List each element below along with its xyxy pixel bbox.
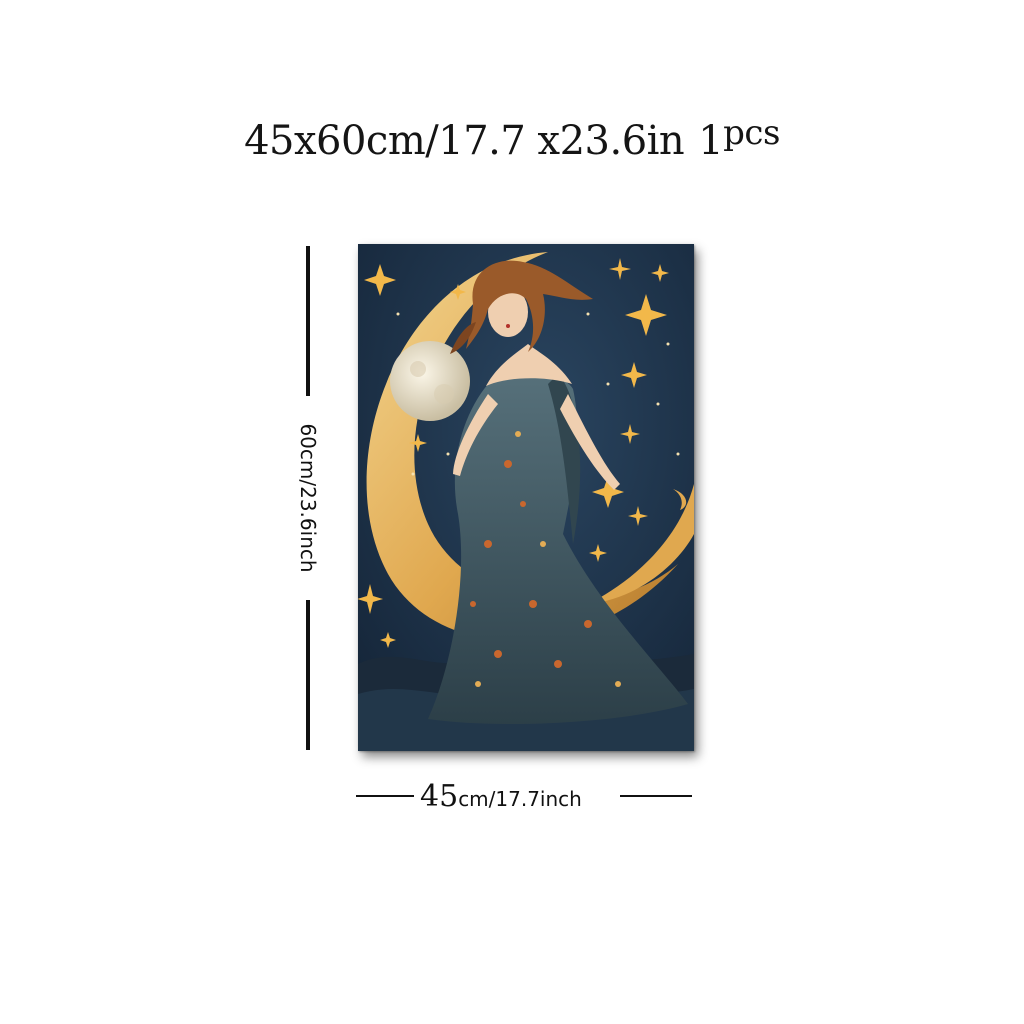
width-unit-text: cm/17.7inch <box>458 787 582 811</box>
title-size: 45x60cm/17.7 x23.6in <box>244 118 685 164</box>
height-dimension-line-bottom <box>306 600 310 750</box>
width-dimension-label: 45cm/17.7inch <box>420 779 582 814</box>
width-number: 45 <box>420 779 459 814</box>
title-unit: pcs <box>723 113 780 153</box>
height-dimension-line-top <box>306 246 310 396</box>
moon-maiden-artwork <box>358 244 694 751</box>
height-dimension-label: 60cm/23.6inch <box>296 423 320 573</box>
width-dimension-line-left <box>356 795 414 797</box>
width-dimension-line-right <box>620 795 692 797</box>
title-quantity: 1 <box>698 118 724 164</box>
canvas-print-image <box>358 244 694 751</box>
product-title: 45x60cm/17.7 x23.6in 1pcs <box>0 113 1024 164</box>
